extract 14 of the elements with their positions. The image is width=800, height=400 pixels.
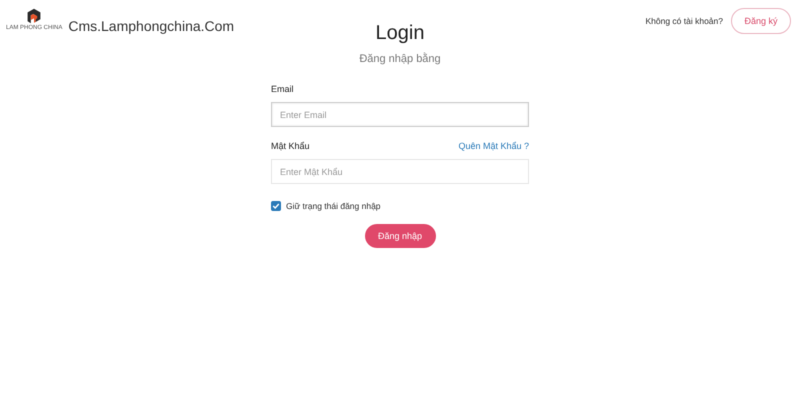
checkbox-label: Giữ trạng thái đăng nhập: [286, 201, 381, 211]
subtitle: Đăng nhập bằng: [359, 53, 441, 65]
login-button[interactable]: Đăng nhập: [364, 224, 436, 248]
field-label: Email: [271, 84, 294, 94]
page-title: Login: [376, 22, 424, 44]
logo-icon: [26, 8, 42, 24]
input-field[interactable]: Enter Mật Khẩu: [271, 159, 529, 184]
signup-button[interactable]: Đăng ký: [731, 8, 791, 34]
forgot-password-link[interactable]: Quên Mật Khẩu ?: [458, 141, 529, 151]
signup-prompt: Không có tài khoản?: [645, 16, 723, 26]
input-field[interactable]: Enter Email: [271, 102, 529, 127]
checkbox[interactable]: [271, 201, 281, 211]
field-label: Mật Khẩu: [271, 141, 310, 151]
site-name: Cms.Lamphongchina.Com: [68, 18, 234, 34]
